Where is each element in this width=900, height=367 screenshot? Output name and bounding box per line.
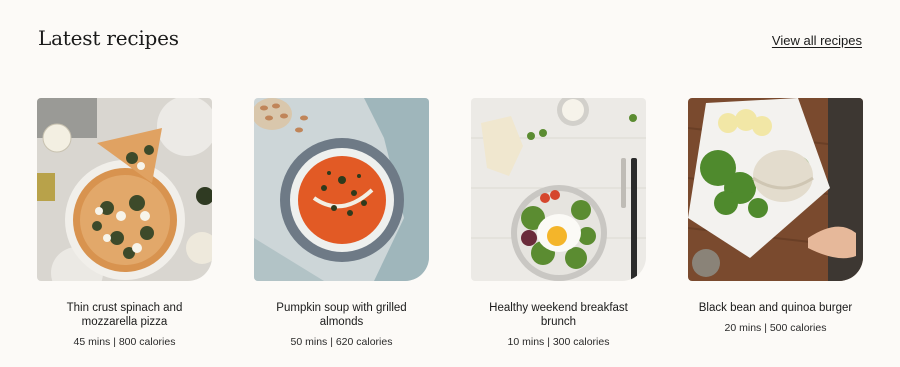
- recipe-card-pizza[interactable]: Thin crust spinach and mozzarella pizza …: [37, 98, 212, 348]
- recipe-title[interactable]: Black bean and quinoa burger: [688, 301, 863, 315]
- recipe-meta: 50 mins | 620 calories: [290, 336, 393, 348]
- view-all-recipes-link[interactable]: View all recipes: [772, 33, 862, 48]
- recipe-grid: Thin crust spinach and mozzarella pizza …: [37, 98, 863, 348]
- recipe-image[interactable]: [37, 98, 212, 281]
- section-title: Latest recipes: [38, 26, 179, 50]
- recipe-card-black-bean-burger[interactable]: Black bean and quinoa burger 20 mins | 5…: [688, 98, 863, 348]
- recipe-meta: 20 mins | 500 calories: [724, 322, 827, 334]
- recipe-card-breakfast-brunch[interactable]: Healthy weekend breakfast brunch 10 mins…: [471, 98, 646, 348]
- recipe-meta: 45 mins | 800 calories: [73, 336, 176, 348]
- recipe-title[interactable]: Healthy weekend breakfast brunch: [471, 301, 646, 329]
- recipe-title[interactable]: Thin crust spinach and mozzarella pizza: [37, 301, 212, 329]
- recipe-image[interactable]: [688, 98, 863, 281]
- recipe-image[interactable]: [254, 98, 429, 281]
- recipe-meta: 10 mins | 300 calories: [507, 336, 610, 348]
- recipe-title[interactable]: Pumpkin soup with grilled almonds: [254, 301, 429, 329]
- recipe-image[interactable]: [471, 98, 646, 281]
- recipe-card-pumpkin-soup[interactable]: Pumpkin soup with grilled almonds 50 min…: [254, 98, 429, 348]
